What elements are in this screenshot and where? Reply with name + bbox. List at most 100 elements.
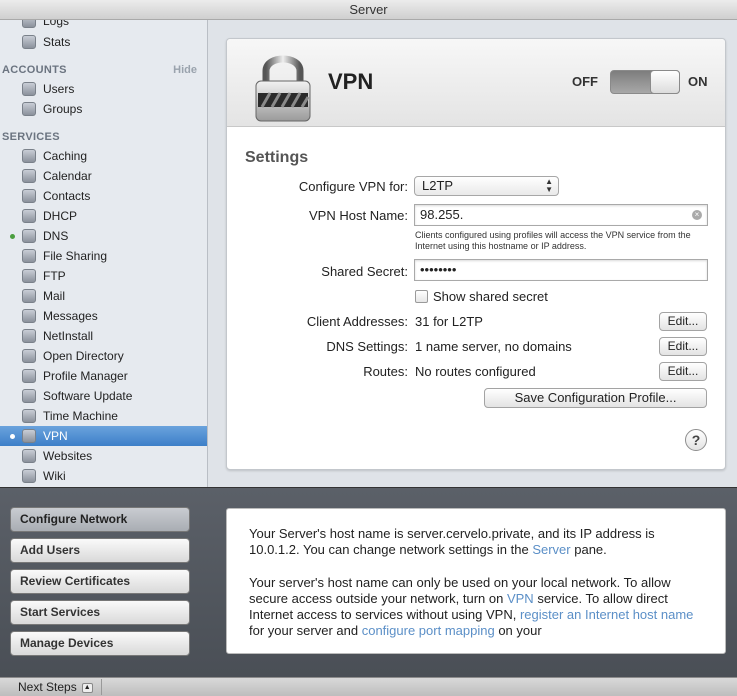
logs-icon bbox=[22, 20, 36, 28]
sidebar-item-wiki[interactable]: Wiki bbox=[0, 466, 207, 486]
vpn-icon bbox=[22, 429, 36, 443]
contacts-icon bbox=[22, 189, 36, 203]
start-services-button[interactable]: Start Services bbox=[10, 600, 190, 625]
shared-secret-label: Shared Secret: bbox=[321, 264, 408, 279]
sidebar-item-caching[interactable]: Caching bbox=[0, 146, 207, 166]
next-steps-info: Your Server's host name is server.cervel… bbox=[226, 508, 726, 654]
sidebar-item-label: Wiki bbox=[43, 469, 66, 483]
dns-icon bbox=[22, 229, 36, 243]
configure-port-mapping-link[interactable]: configure port mapping bbox=[362, 623, 495, 638]
sidebar-item-messages[interactable]: Messages bbox=[0, 306, 207, 326]
edit-routes-button[interactable]: Edit... bbox=[659, 362, 707, 381]
chevron-up-icon: ▲ bbox=[81, 682, 93, 693]
sidebar-item-dns[interactable]: DNS bbox=[0, 226, 207, 246]
shared-secret-field[interactable]: •••••••• bbox=[414, 259, 708, 281]
sidebar-item-label: Software Update bbox=[43, 389, 133, 403]
sidebar-item-label: DHCP bbox=[43, 209, 78, 223]
info-text: on your bbox=[494, 623, 542, 638]
configure-network-button[interactable]: Configure Network bbox=[10, 507, 190, 532]
sidebar-item-label: Calendar bbox=[43, 169, 92, 183]
sidebar-item-file-sharing[interactable]: File Sharing bbox=[0, 246, 207, 266]
clear-icon[interactable]: × bbox=[692, 210, 702, 220]
edit-dns-settings-button[interactable]: Edit... bbox=[659, 337, 707, 356]
sidebar-item-label: FTP bbox=[43, 269, 66, 283]
running-indicator bbox=[10, 434, 15, 439]
sidebar-item-stats[interactable]: Stats bbox=[0, 32, 207, 52]
hide-accounts-link[interactable]: Hide bbox=[173, 64, 197, 76]
sidebar-item-contacts[interactable]: Contacts bbox=[0, 186, 207, 206]
settings-heading: Settings bbox=[245, 149, 309, 166]
sidebar-item-dhcp[interactable]: DHCP bbox=[0, 206, 207, 226]
stats-icon bbox=[22, 35, 36, 49]
vpn-service-toggle[interactable] bbox=[610, 70, 680, 94]
sidebar-item-label: VPN bbox=[43, 429, 68, 443]
toggle-off-label: OFF bbox=[572, 74, 598, 89]
sidebar-item-users[interactable]: Users bbox=[0, 79, 207, 99]
dns-settings-label: DNS Settings: bbox=[326, 339, 408, 354]
mail-icon bbox=[22, 289, 36, 303]
sidebar-item-label: Profile Manager bbox=[43, 369, 128, 383]
show-secret-checkbox[interactable] bbox=[415, 290, 428, 303]
routes-label: Routes: bbox=[363, 364, 408, 379]
next-steps-label: Next Steps bbox=[18, 680, 77, 694]
sidebar-item-mail[interactable]: Mail bbox=[0, 286, 207, 306]
register-host-name-link[interactable]: register an Internet host name bbox=[520, 607, 693, 622]
sidebar-item-label: Open Directory bbox=[43, 349, 124, 363]
review-certificates-button[interactable]: Review Certificates bbox=[10, 569, 190, 594]
vpn-host-help: Clients configured using profiles will a… bbox=[415, 230, 691, 251]
caching-icon bbox=[22, 149, 36, 163]
sidebar-item-label: Stats bbox=[43, 35, 71, 49]
info-paragraph: Your server's host name can only be used… bbox=[249, 575, 703, 639]
configure-vpn-select[interactable]: L2TP ▲ ▼ bbox=[414, 176, 559, 196]
save-configuration-profile-button[interactable]: Save Configuration Profile... bbox=[484, 388, 707, 408]
updown-chevron-icon: ▲ ▼ bbox=[545, 177, 553, 194]
sidebar-item-netinstall[interactable]: NetInstall bbox=[0, 326, 207, 346]
vpn-host-label: VPN Host Name: bbox=[309, 208, 408, 223]
user-icon bbox=[22, 82, 36, 96]
sidebar-item-logs[interactable]: Logs bbox=[0, 20, 207, 31]
client-addresses-value: 31 for L2TP bbox=[415, 314, 483, 329]
vpn-host-field[interactable]: 98.255. × bbox=[414, 204, 708, 226]
manage-devices-button[interactable]: Manage Devices bbox=[10, 631, 190, 656]
info-text: pane. bbox=[570, 542, 607, 557]
show-secret-label[interactable]: Show shared secret bbox=[433, 289, 548, 304]
sidebar-item-websites[interactable]: Websites bbox=[0, 446, 207, 466]
sidebar-item-label: Messages bbox=[43, 309, 98, 323]
next-steps-toggle[interactable]: Next Steps ▲ bbox=[10, 679, 102, 695]
sidebar-item-label: Websites bbox=[43, 449, 93, 463]
running-indicator bbox=[10, 234, 15, 239]
page-title: VPN bbox=[328, 69, 374, 94]
shared-secret-value: •••••••• bbox=[420, 262, 457, 277]
sidebar-item-label: Time Machine bbox=[43, 409, 118, 423]
edit-client-addresses-button[interactable]: Edit... bbox=[659, 312, 707, 331]
messages-icon bbox=[22, 309, 36, 323]
vpn-link[interactable]: VPN bbox=[507, 591, 534, 606]
help-button[interactable]: ? bbox=[685, 429, 707, 451]
dns-settings-value: 1 name server, no domains bbox=[415, 339, 572, 354]
add-users-button[interactable]: Add Users bbox=[10, 538, 190, 563]
services-heading: SERVICES bbox=[2, 131, 60, 143]
sidebar-item-time-machine[interactable]: Time Machine bbox=[0, 406, 207, 426]
lock-icon bbox=[255, 55, 311, 122]
client-addresses-label: Client Addresses: bbox=[306, 314, 408, 329]
netinstall-icon bbox=[22, 329, 36, 343]
sidebar-item-groups[interactable]: Groups bbox=[0, 99, 207, 119]
server-pane-link[interactable]: Server bbox=[532, 542, 570, 557]
software-update-icon bbox=[22, 389, 36, 403]
routes-value: No routes configured bbox=[415, 364, 536, 379]
sidebar-item-label: Groups bbox=[43, 102, 83, 116]
accounts-heading: ACCOUNTS bbox=[2, 64, 67, 76]
sidebar-item-software-update[interactable]: Software Update bbox=[0, 386, 207, 406]
sidebar-item-ftp[interactable]: FTP bbox=[0, 266, 207, 286]
sidebar: Logs Stats ACCOUNTS Hide Users Groups SE… bbox=[0, 20, 208, 487]
status-bar: Next Steps ▲ bbox=[0, 677, 737, 696]
vpn-host-value: 98.255. bbox=[420, 207, 464, 222]
sidebar-item-calendar[interactable]: Calendar bbox=[0, 166, 207, 186]
sidebar-item-vpn[interactable]: VPN bbox=[0, 426, 207, 446]
websites-icon bbox=[22, 449, 36, 463]
time-machine-icon bbox=[22, 409, 36, 423]
sidebar-item-open-directory[interactable]: Open Directory bbox=[0, 346, 207, 366]
toggle-on-label: ON bbox=[688, 74, 708, 89]
toggle-knob[interactable] bbox=[650, 70, 680, 94]
sidebar-item-profile-manager[interactable]: Profile Manager bbox=[0, 366, 207, 386]
